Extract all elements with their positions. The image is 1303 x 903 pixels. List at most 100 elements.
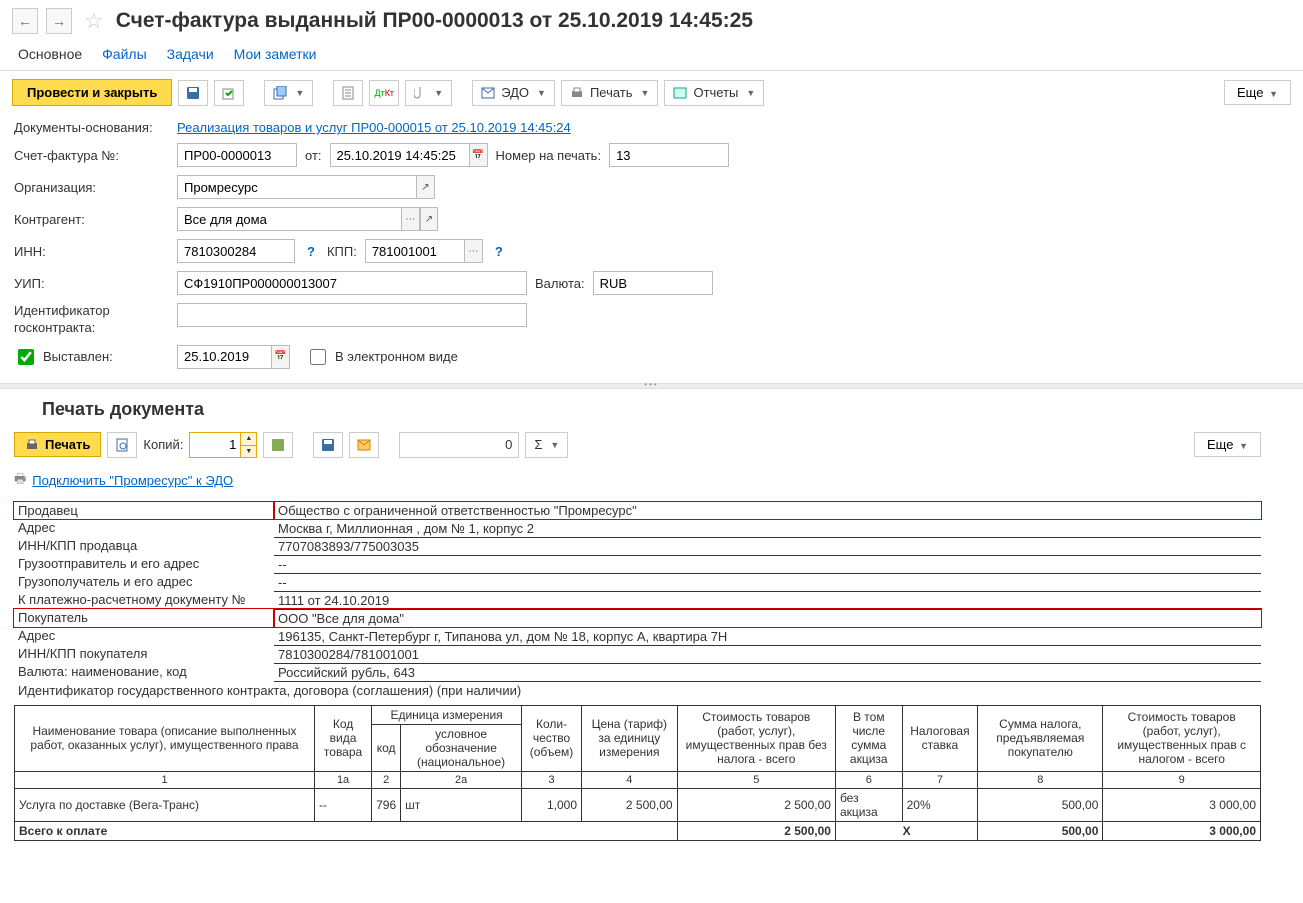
org-input[interactable] — [177, 175, 417, 199]
form-header: Документы-основания: Реализация товаров … — [0, 114, 1303, 383]
connect-edo-link[interactable]: Подключить "Промресурс" к ЭДО — [32, 473, 233, 488]
contract-id-input[interactable] — [177, 303, 527, 327]
col-name: Наименование товара (описание выполненны… — [15, 705, 315, 771]
info-row: ИНН/КПП продавца7707083893/775003035 — [14, 537, 1261, 555]
reports-button[interactable]: Отчеты▼ — [664, 80, 764, 106]
invoice-date-input[interactable] — [330, 143, 470, 167]
print-preview-section: Печать документа Печать Копий: ▲ ▼ 0 Σ▼ … — [0, 389, 1303, 841]
electronic-label: В электронном виде — [335, 349, 458, 364]
org-label: Организация: — [14, 180, 169, 195]
calendar-icon[interactable]: 📅 — [470, 143, 488, 167]
print-section-title: Печать документа — [42, 399, 1261, 420]
inn-input[interactable] — [177, 239, 295, 263]
item-row: Услуга по доставке (Вега-Транс) -- 796 ш… — [15, 788, 1261, 821]
info-row: ИНН/КПП покупателя7810300284/781001001 — [14, 645, 1261, 663]
tab-notes[interactable]: Мои заметки — [234, 46, 317, 62]
copies-label: Копий: — [143, 437, 183, 452]
print-more-button[interactable]: Еще ▼ — [1194, 432, 1261, 457]
info-row: Адрес196135, Санкт-Петербург г, Типанова… — [14, 627, 1261, 645]
title-bar: ← → ☆ Счет-фактура выданный ПР00-0000013… — [0, 0, 1303, 42]
doc-structure-button[interactable] — [333, 80, 363, 106]
kpp-select-icon[interactable]: ⋯ — [465, 239, 483, 263]
currency-label: Валюта: — [535, 276, 585, 291]
info-row: Валюта: наименование, кодРоссийский рубл… — [14, 663, 1261, 681]
preview-button[interactable] — [107, 432, 137, 458]
section-tabs: Основное Файлы Задачи Мои заметки — [0, 42, 1303, 71]
print-toolbar: Печать Копий: ▲ ▼ 0 Σ▼ Еще ▼ — [14, 432, 1261, 458]
col-cost-with-tax: Стоимость товаров (работ, услуг), имущес… — [1103, 705, 1261, 771]
print-doc-button[interactable]: Печать — [14, 432, 101, 457]
copies-up-icon[interactable]: ▲ — [240, 433, 256, 445]
info-row: Грузополучатель и его адрес-- — [14, 573, 1261, 591]
contract-note: Идентификатор государственного контракта… — [14, 682, 1261, 699]
print-button[interactable]: Печать▼ — [561, 80, 659, 106]
copies-input[interactable] — [190, 433, 240, 457]
tab-main[interactable]: Основное — [18, 46, 82, 62]
info-row: Грузоотправитель и его адрес-- — [14, 555, 1261, 573]
kpp-input[interactable] — [365, 239, 465, 263]
col-type-code: Код вида товара — [315, 705, 372, 771]
electronic-checkbox[interactable] — [310, 349, 326, 365]
col-excise: В том числе сумма акциза — [835, 705, 902, 771]
counterparty-open-icon[interactable]: ↗ — [420, 207, 438, 231]
invoice-no-label: Счет-фактура №: — [14, 148, 169, 163]
copies-down-icon[interactable]: ▼ — [240, 445, 256, 457]
col-unit-name: условное обозначение (национальное) — [401, 724, 522, 771]
uip-input[interactable] — [177, 271, 527, 295]
uip-label: УИП: — [14, 276, 169, 291]
col-price: Цена (тариф) за единицу измерения — [582, 705, 678, 771]
print-number-input[interactable] — [609, 143, 729, 167]
create-based-on-button[interactable]: ▼ — [264, 80, 313, 106]
edit-toggle-button[interactable] — [263, 432, 293, 458]
invoice-no-input[interactable] — [177, 143, 297, 167]
info-row: К платежно-расчетному документу №1111 от… — [14, 591, 1261, 609]
currency-input[interactable] — [593, 271, 713, 295]
counterparty-label: Контрагент: — [14, 212, 169, 227]
tab-files[interactable]: Файлы — [102, 46, 146, 62]
basis-doc-link[interactable]: Реализация товаров и услуг ПР00-000015 о… — [177, 120, 571, 135]
col-unit-code: код — [372, 724, 401, 771]
invoice-items-table: Наименование товара (описание выполненны… — [14, 705, 1261, 841]
nav-forward-button[interactable]: → — [46, 8, 72, 34]
org-open-icon[interactable]: ↗ — [417, 175, 435, 199]
from-label: от: — [305, 148, 322, 163]
col-unit: Единица измерения — [372, 705, 522, 724]
contract-id-label: Идентификатор госконтракта: — [14, 303, 169, 337]
post-button[interactable] — [214, 80, 244, 106]
copies-spinner[interactable]: ▲ ▼ — [189, 432, 257, 458]
print-number-label: Номер на печать: — [496, 148, 602, 163]
nav-back-button[interactable]: ← — [12, 8, 38, 34]
pane-splitter[interactable] — [0, 383, 1303, 389]
issued-calendar-icon[interactable]: 📅 — [272, 345, 290, 369]
post-and-close-button[interactable]: Провести и закрыть — [12, 79, 172, 106]
favorite-star-icon[interactable]: ☆ — [84, 8, 104, 34]
sum-button[interactable]: Σ▼ — [525, 432, 568, 458]
col-tax-rate: Налоговая ставка — [902, 705, 978, 771]
save-print-button[interactable] — [313, 432, 343, 458]
dt-kt-button[interactable]: ДтКт — [369, 80, 399, 106]
kpp-help-icon[interactable]: ? — [491, 244, 507, 259]
info-row: АдресМосква г, Миллионная , дом № 1, кор… — [14, 519, 1261, 537]
page-counter: 0 — [399, 432, 519, 458]
attach-button[interactable]: ▼ — [405, 80, 452, 106]
counterparty-select-icon[interactable]: ⋯ — [402, 207, 420, 231]
edo-button[interactable]: ЭДО▼ — [472, 80, 555, 106]
inn-label: ИНН: — [14, 244, 169, 259]
save-button[interactable] — [178, 80, 208, 106]
basis-doc-label: Документы-основания: — [14, 120, 169, 135]
col-tax-sum: Сумма налога, предъявляемая покупателю — [978, 705, 1103, 771]
kpp-label: КПП: — [327, 244, 357, 259]
send-email-button[interactable] — [349, 432, 379, 458]
edo-link-icon: 🖶 — [14, 470, 26, 492]
issued-date-input[interactable] — [177, 345, 272, 369]
col-cost-no-tax: Стоимость товаров (работ, услуг), имущес… — [677, 705, 835, 771]
info-row: ПокупательООО "Все для дома" — [14, 609, 1261, 627]
inn-help-icon[interactable]: ? — [303, 244, 319, 259]
page-title: Счет-фактура выданный ПР00-0000013 от 25… — [116, 9, 753, 33]
issued-checkbox[interactable] — [18, 349, 34, 365]
col-qty: Коли- чество (объем) — [522, 705, 582, 771]
total-row: Всего к оплате 2 500,00 X 500,00 3 000,0… — [15, 821, 1261, 840]
tab-tasks[interactable]: Задачи — [167, 46, 214, 62]
more-button[interactable]: Еще ▼ — [1224, 80, 1291, 105]
counterparty-input[interactable] — [177, 207, 402, 231]
